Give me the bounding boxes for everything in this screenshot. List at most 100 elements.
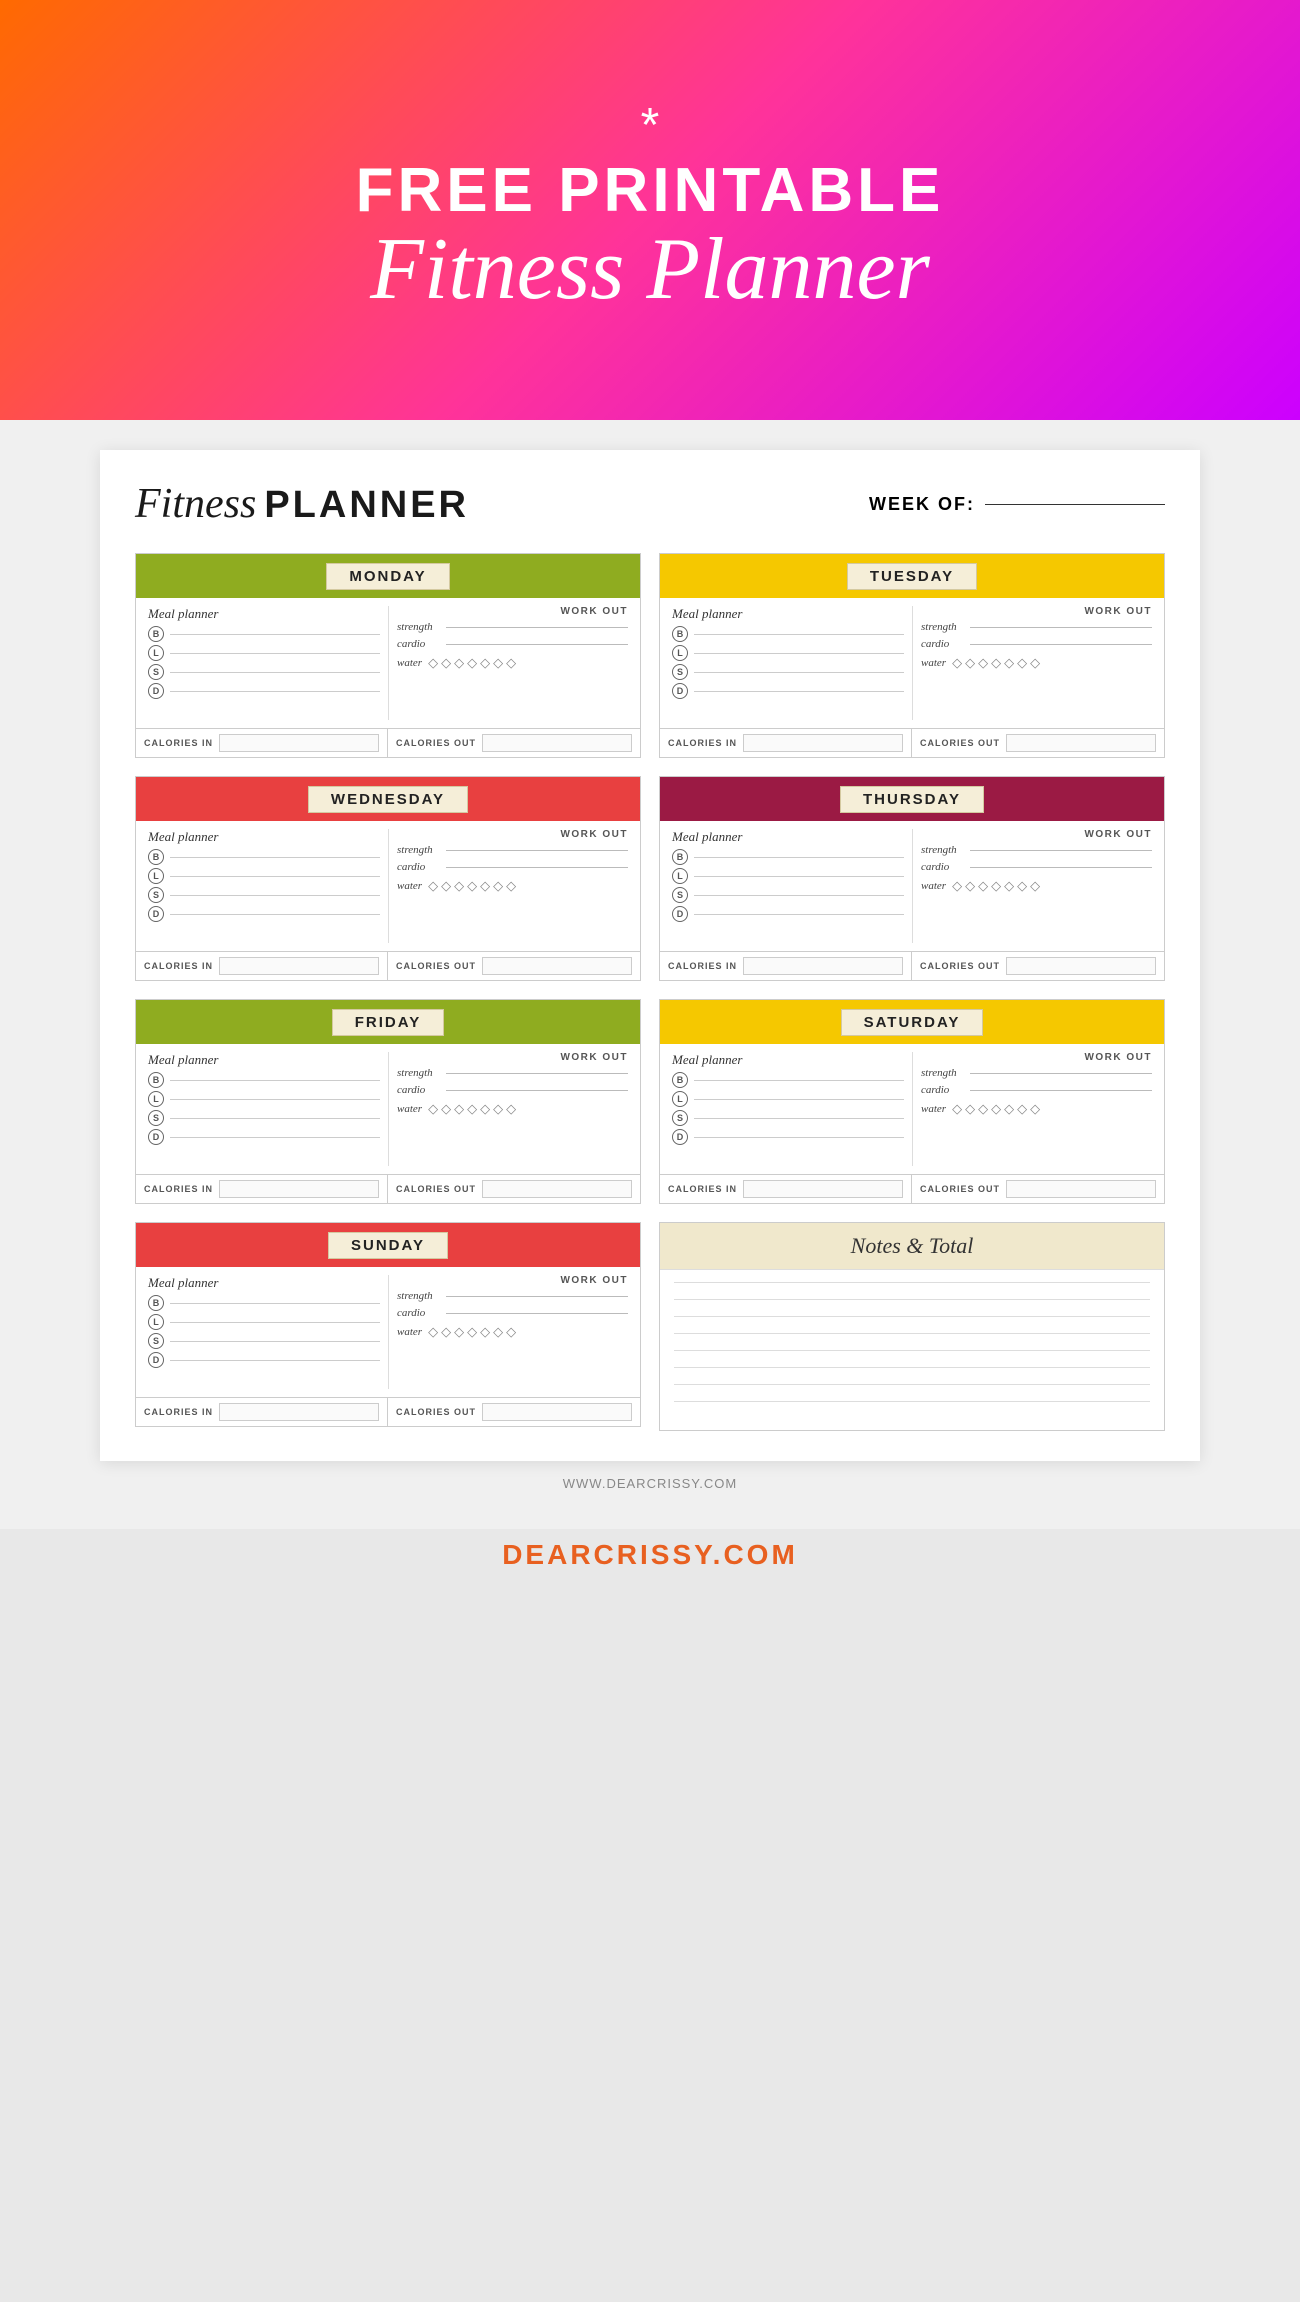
cardio-line — [446, 1313, 628, 1314]
meal-row-s: S — [148, 1333, 380, 1349]
meal-line — [694, 857, 904, 858]
calories-in-box[interactable] — [219, 734, 379, 752]
calories-out-box[interactable] — [1006, 1180, 1156, 1198]
meal-row-b: B — [672, 849, 904, 865]
strength-line — [446, 627, 628, 628]
meal-row-l: L — [672, 645, 904, 661]
water-drop-icon: ◇ — [493, 1101, 503, 1117]
notes-line — [674, 1350, 1150, 1351]
strength-label: strength — [397, 1290, 442, 1302]
calories-in-box[interactable] — [743, 734, 903, 752]
calories-in-cell: CALORIES IN — [660, 1175, 912, 1203]
calories-row-sunday: CALORIES IN CALORIES OUT — [136, 1397, 640, 1426]
calories-in-box[interactable] — [219, 1180, 379, 1198]
footer-brand: DEARCRISSY.COM — [0, 1529, 1300, 1591]
workout-title-friday: WORK OUT — [397, 1052, 628, 1063]
meal-circle-d: D — [148, 1352, 164, 1368]
meal-row-d: D — [148, 1129, 380, 1145]
cardio-label: cardio — [397, 638, 442, 650]
workout-section-wednesday: WORK OUT strength cardio water ◇◇◇◇◇◇◇ — [388, 829, 628, 943]
title-planner: PLANNER — [264, 484, 469, 527]
meal-row-l: L — [672, 868, 904, 884]
strength-line — [970, 627, 1152, 628]
day-body-monday: Meal planner B L S — [136, 598, 640, 728]
calories-in-box[interactable] — [743, 1180, 903, 1198]
water-label: water — [397, 880, 422, 892]
notes-header: Notes & Total — [660, 1223, 1164, 1270]
meal-circle-s: S — [148, 1110, 164, 1126]
calories-in-box[interactable] — [219, 1403, 379, 1421]
planner-card: Fitness PLANNER WEEK OF: MONDAY Meal pla… — [100, 450, 1200, 1461]
footer-url: WWW.DEARCRISSY.COM — [563, 1476, 738, 1491]
meal-line — [170, 1341, 380, 1342]
meal-circle-b: B — [148, 849, 164, 865]
calories-in-box[interactable] — [743, 957, 903, 975]
calories-out-box[interactable] — [482, 1403, 632, 1421]
meal-row-l: L — [148, 1314, 380, 1330]
water-drop-icon: ◇ — [1030, 1101, 1040, 1117]
calories-out-box[interactable] — [1006, 957, 1156, 975]
calories-out-cell: CALORIES OUT — [388, 729, 640, 757]
calories-in-label: CALORIES IN — [144, 1407, 213, 1417]
water-drop-icon: ◇ — [454, 1101, 464, 1117]
workout-title-monday: WORK OUT — [397, 606, 628, 617]
cardio-label: cardio — [397, 1084, 442, 1096]
calories-out-label: CALORIES OUT — [396, 738, 476, 748]
meal-section-saturday: Meal planner B L S — [672, 1052, 912, 1166]
calories-row-friday: CALORIES IN CALORIES OUT — [136, 1174, 640, 1203]
meal-section-title-sunday: Meal planner — [148, 1275, 380, 1291]
calories-in-label: CALORIES IN — [144, 961, 213, 971]
water-row: water ◇◇◇◇◇◇◇ — [397, 655, 628, 671]
water-drop-icon: ◇ — [441, 878, 451, 894]
water-drop-icon: ◇ — [480, 655, 490, 671]
cardio-row: cardio — [921, 1084, 1152, 1096]
meal-line — [694, 672, 904, 673]
water-drop-icon: ◇ — [441, 1101, 451, 1117]
water-drop-icon: ◇ — [441, 1324, 451, 1340]
meal-row-s: S — [672, 1110, 904, 1126]
notes-line — [674, 1316, 1150, 1317]
meal-row-s: S — [148, 1110, 380, 1126]
meal-circle-l: L — [148, 1091, 164, 1107]
day-card-saturday: SATURDAY Meal planner B L — [659, 999, 1165, 1204]
day-card-friday: FRIDAY Meal planner B L — [135, 999, 641, 1204]
calories-in-cell: CALORIES IN — [136, 1398, 388, 1426]
meal-circle-l: L — [672, 868, 688, 884]
water-drop-icon: ◇ — [1004, 655, 1014, 671]
water-drop-icon: ◇ — [480, 878, 490, 894]
meal-line — [170, 1099, 380, 1100]
water-drop-icon: ◇ — [991, 1101, 1001, 1117]
asterisk-decoration: * — [641, 102, 660, 150]
meal-row-d: D — [148, 1352, 380, 1368]
meal-row-d: D — [672, 1129, 904, 1145]
calories-out-box[interactable] — [482, 734, 632, 752]
day-label-saturday: SATURDAY — [841, 1009, 984, 1036]
meal-row-b: B — [672, 1072, 904, 1088]
calories-out-cell: CALORIES OUT — [912, 952, 1164, 980]
meal-line — [694, 653, 904, 654]
calories-out-box[interactable] — [482, 957, 632, 975]
meal-line — [170, 1080, 380, 1081]
meal-row-d: D — [148, 906, 380, 922]
calories-row-wednesday: CALORIES IN CALORIES OUT — [136, 951, 640, 980]
water-drop-icon: ◇ — [493, 1324, 503, 1340]
calories-out-box[interactable] — [1006, 734, 1156, 752]
meal-circle-l: L — [672, 645, 688, 661]
calories-out-box[interactable] — [482, 1180, 632, 1198]
meal-row-s: S — [148, 887, 380, 903]
day-header-tuesday: TUESDAY — [660, 554, 1164, 598]
free-printable-title: FREE PRINTABLE — [356, 160, 945, 222]
day-header-wednesday: WEDNESDAY — [136, 777, 640, 821]
calories-in-label: CALORIES IN — [144, 1184, 213, 1194]
workout-section-thursday: WORK OUT strength cardio water ◇◇◇◇◇◇◇ — [912, 829, 1152, 943]
calories-in-cell: CALORIES IN — [660, 952, 912, 980]
meal-circle-d: D — [672, 683, 688, 699]
strength-row: strength — [397, 1290, 628, 1302]
calories-in-box[interactable] — [219, 957, 379, 975]
meal-line — [694, 876, 904, 877]
strength-label: strength — [397, 1067, 442, 1079]
day-body-sunday: Meal planner B L S — [136, 1267, 640, 1397]
workout-section-tuesday: WORK OUT strength cardio water ◇◇◇◇◇◇◇ — [912, 606, 1152, 720]
notes-line — [674, 1299, 1150, 1300]
cardio-label: cardio — [397, 1307, 442, 1319]
